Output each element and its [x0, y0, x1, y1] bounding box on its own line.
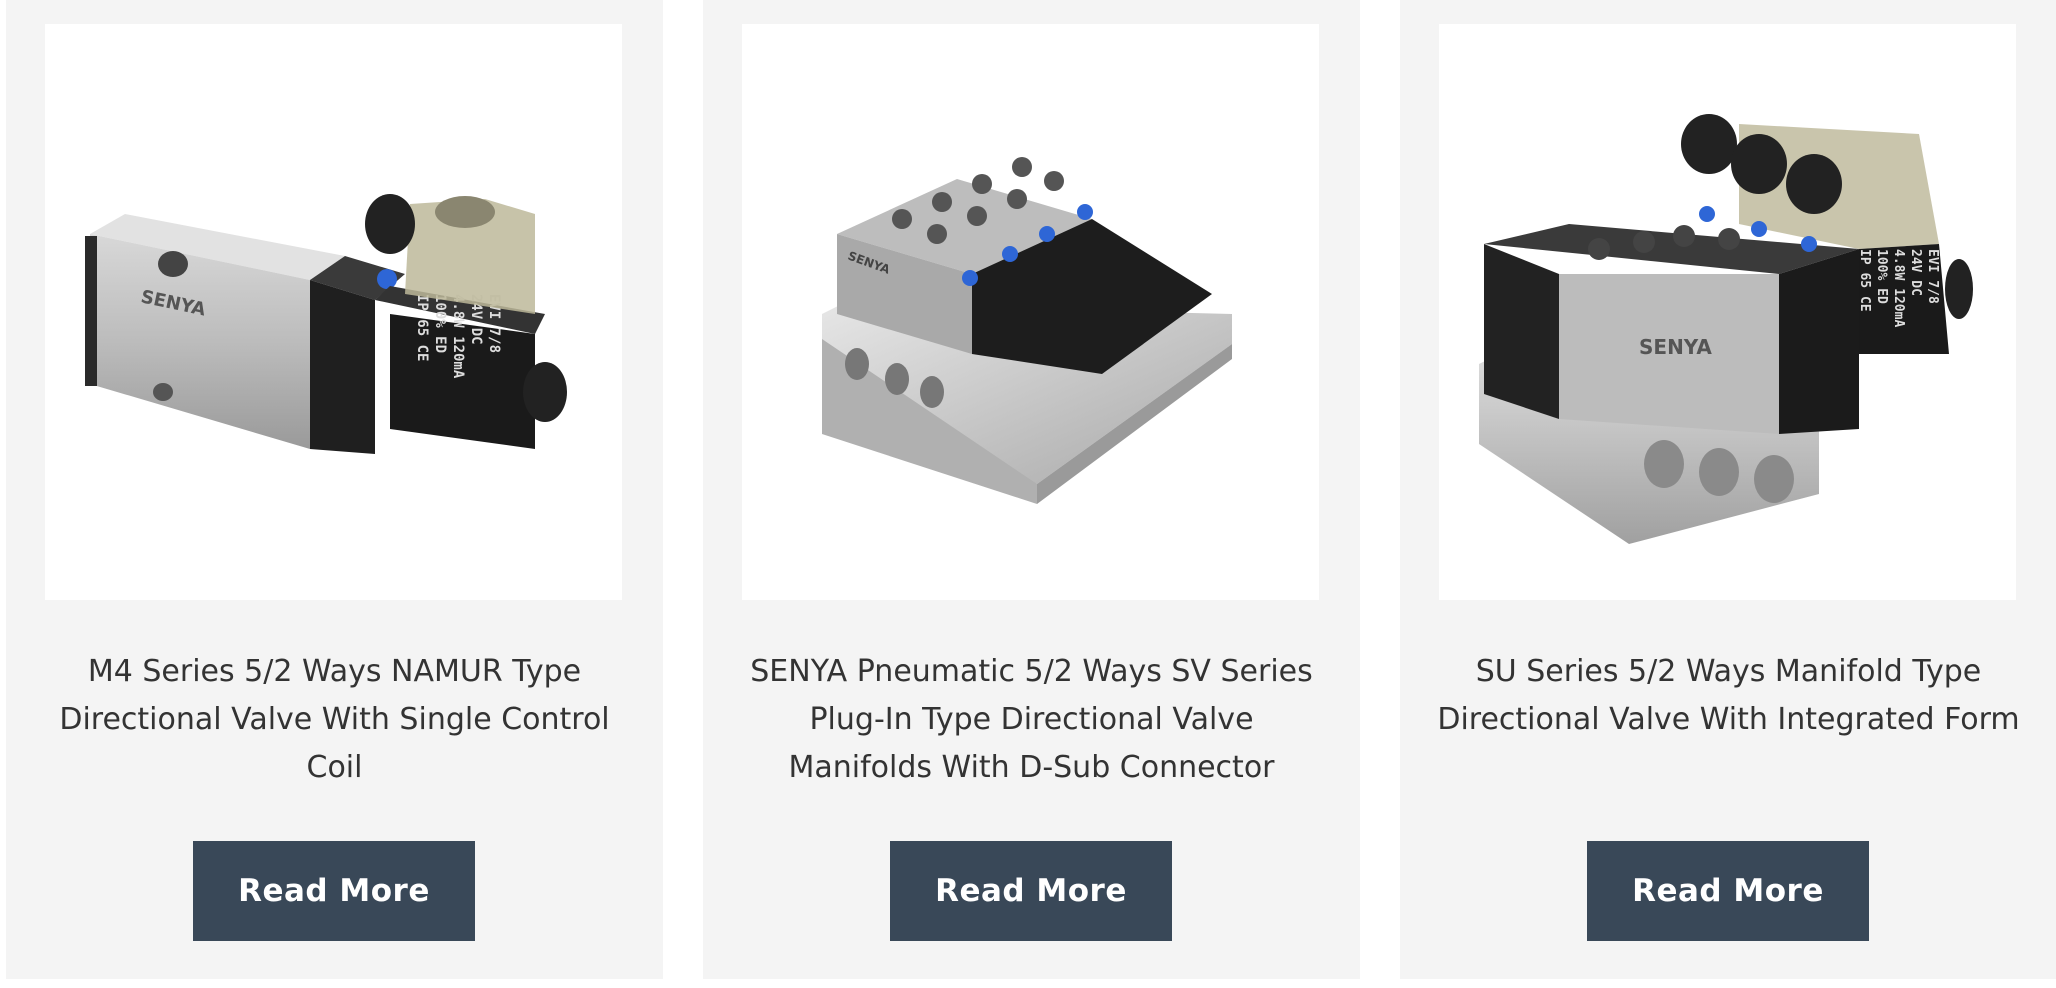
- product-image[interactable]: SENYA: [742, 24, 1319, 600]
- coil-line: IP 65 CE: [414, 294, 430, 361]
- manifold-valve-illustration: SENYA EVI 7/8 24V DC 4.8W 120mA 100% ED …: [1479, 114, 1973, 544]
- product-card: SENYA EVI 7/8 24V DC 4.8W 120mA 100% ED …: [6, 0, 663, 979]
- product-card: SENYA SENYA Pneumatic 5/2 Ways SV Series…: [703, 0, 1360, 979]
- product-image[interactable]: SENYA EVI 7/8 24V DC 4.8W 120mA 100% ED …: [45, 24, 622, 600]
- valve-manifold-illustration: SENYA: [822, 157, 1232, 504]
- coil-line: 24V DC: [1908, 249, 1923, 296]
- product-grid: SENYA EVI 7/8 24V DC 4.8W 120mA 100% ED …: [0, 0, 2056, 988]
- coil-line: 4.8W 120mA: [450, 294, 466, 379]
- product-title: SENYA Pneumatic 5/2 Ways SV Series Plug-…: [750, 654, 1313, 785]
- read-more-button[interactable]: Read More: [890, 841, 1172, 941]
- read-more-button[interactable]: Read More: [1587, 841, 1869, 941]
- product-title: M4 Series 5/2 Ways NAMUR Type Directiona…: [59, 654, 610, 785]
- coil-line: 100% ED: [1874, 249, 1889, 304]
- coil-line: IP 65 CE: [1857, 249, 1872, 312]
- coil-line: EVI 7/8: [1925, 249, 1940, 304]
- solenoid-valve-illustration: SENYA EVI 7/8 24V DC 4.8W 120mA 100% ED …: [85, 194, 567, 454]
- coil-line: 4.8W 120mA: [1891, 249, 1906, 327]
- coil-line: 100% ED: [432, 294, 448, 353]
- read-more-button[interactable]: Read More: [193, 841, 475, 941]
- product-title: SU Series 5/2 Ways Manifold Type Directi…: [1437, 654, 2020, 737]
- product-card: SENYA EVI 7/8 24V DC 4.8W 120mA 100% ED …: [1400, 0, 2056, 979]
- brand-engraving: SENYA: [1639, 335, 1712, 359]
- product-image[interactable]: SENYA EVI 7/8 24V DC 4.8W 120mA 100% ED …: [1439, 24, 2016, 600]
